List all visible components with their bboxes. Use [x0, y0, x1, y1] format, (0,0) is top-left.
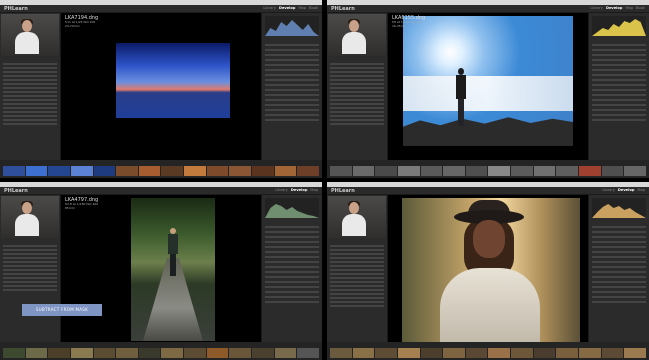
image-canvas[interactable]: LKA4797.dng f/2.8 at 1/160 ISO 400 85mm	[61, 195, 261, 342]
presenter-webcam	[328, 14, 386, 56]
brand-logo: PHLearn	[4, 6, 28, 12]
histogram	[265, 16, 319, 36]
lightroom-window-top-right: Lightroom File Edit PHLearn Library Deve…	[327, 0, 649, 178]
lens-info: 85mm	[65, 205, 75, 210]
image-info: LKA4797.dng f/2.8 at 1/160 ISO 400 85mm	[65, 197, 98, 210]
image-info: LKA7194.dng f/11 at 1/25 ISO 100 24-70mm	[65, 15, 98, 28]
brand-logo: PHLearn	[331, 188, 355, 194]
module-map[interactable]: Map	[637, 188, 645, 192]
right-panel	[262, 195, 322, 342]
image-canvas[interactable]: LKA7194.dng f/11 at 1/25 ISO 100 24-70mm	[61, 13, 261, 160]
module-picker: Library Develop Map Book	[590, 6, 645, 10]
module-map[interactable]: Map	[310, 188, 318, 192]
module-library[interactable]: Library	[602, 188, 615, 192]
right-panel	[589, 195, 649, 342]
develop-sliders[interactable]	[265, 41, 319, 124]
title-bar	[0, 187, 322, 194]
presets-list[interactable]	[330, 243, 384, 309]
left-panel	[0, 195, 60, 342]
histogram	[592, 16, 646, 36]
brand-logo: PHLearn	[331, 6, 355, 12]
photo-portrait-hat[interactable]	[402, 198, 580, 348]
filmstrip[interactable]	[327, 160, 649, 178]
left-panel	[0, 13, 60, 160]
filmstrip[interactable]	[327, 342, 649, 360]
lightroom-window-bottom-right: Lightroom File PHLearn Library Develop M…	[327, 182, 649, 360]
module-library[interactable]: Library	[263, 6, 276, 10]
image-canvas[interactable]	[388, 195, 588, 348]
module-develop[interactable]: Develop	[279, 6, 295, 10]
title-bar	[327, 187, 649, 194]
module-develop[interactable]: Develop	[606, 6, 622, 10]
module-picker: Library Develop Map	[275, 188, 318, 192]
module-book[interactable]: Book	[309, 6, 318, 10]
filmstrip[interactable]	[0, 160, 322, 178]
subtract-from-mask-toast: SUBTRACT FROM MASK	[22, 304, 102, 316]
module-develop[interactable]: Develop	[291, 188, 307, 192]
module-library[interactable]: Library	[590, 6, 603, 10]
filmstrip[interactable]	[0, 342, 322, 360]
module-picker: Library Develop Map	[602, 188, 645, 192]
presenter-webcam	[328, 196, 386, 238]
right-panel	[589, 13, 649, 160]
brand-logo: PHLearn	[4, 188, 28, 194]
lens-info: 24-70mm	[65, 23, 80, 28]
module-map[interactable]: Map	[298, 6, 306, 10]
develop-sliders[interactable]	[592, 41, 646, 124]
presets-list[interactable]	[330, 61, 384, 127]
presenter-webcam	[1, 196, 59, 238]
lightroom-window-top-left: Lightroom File Edit Develop PHLearn Libr…	[0, 0, 322, 178]
photo-bridge-sunset[interactable]	[116, 43, 230, 118]
presets-list[interactable]	[3, 61, 57, 127]
histogram	[592, 198, 646, 218]
develop-sliders[interactable]	[265, 223, 319, 306]
image-canvas[interactable]: LKA6155.dng f/8 at 1/500 ISO 100 16-35mm	[388, 13, 588, 160]
histogram	[265, 198, 319, 218]
develop-sliders[interactable]	[592, 223, 646, 306]
presenter-webcam	[1, 14, 59, 56]
photo-forest-path[interactable]	[131, 198, 215, 341]
presets-list[interactable]	[3, 243, 57, 293]
left-panel	[327, 195, 387, 342]
lens-info: 16-35mm	[392, 23, 407, 28]
module-map[interactable]: Map	[625, 6, 633, 10]
right-panel	[262, 13, 322, 160]
photo-rock-sky[interactable]	[403, 16, 573, 146]
module-library[interactable]: Library	[275, 188, 288, 192]
module-develop[interactable]: Develop	[618, 188, 634, 192]
left-panel	[327, 13, 387, 160]
image-info: LKA6155.dng f/8 at 1/500 ISO 100 16-35mm	[392, 15, 425, 28]
module-picker: Library Develop Map Book	[263, 6, 318, 10]
module-book[interactable]: Book	[636, 6, 645, 10]
lightroom-window-bottom-left: Lightroom File PHLearn Library Develop M…	[0, 182, 322, 360]
